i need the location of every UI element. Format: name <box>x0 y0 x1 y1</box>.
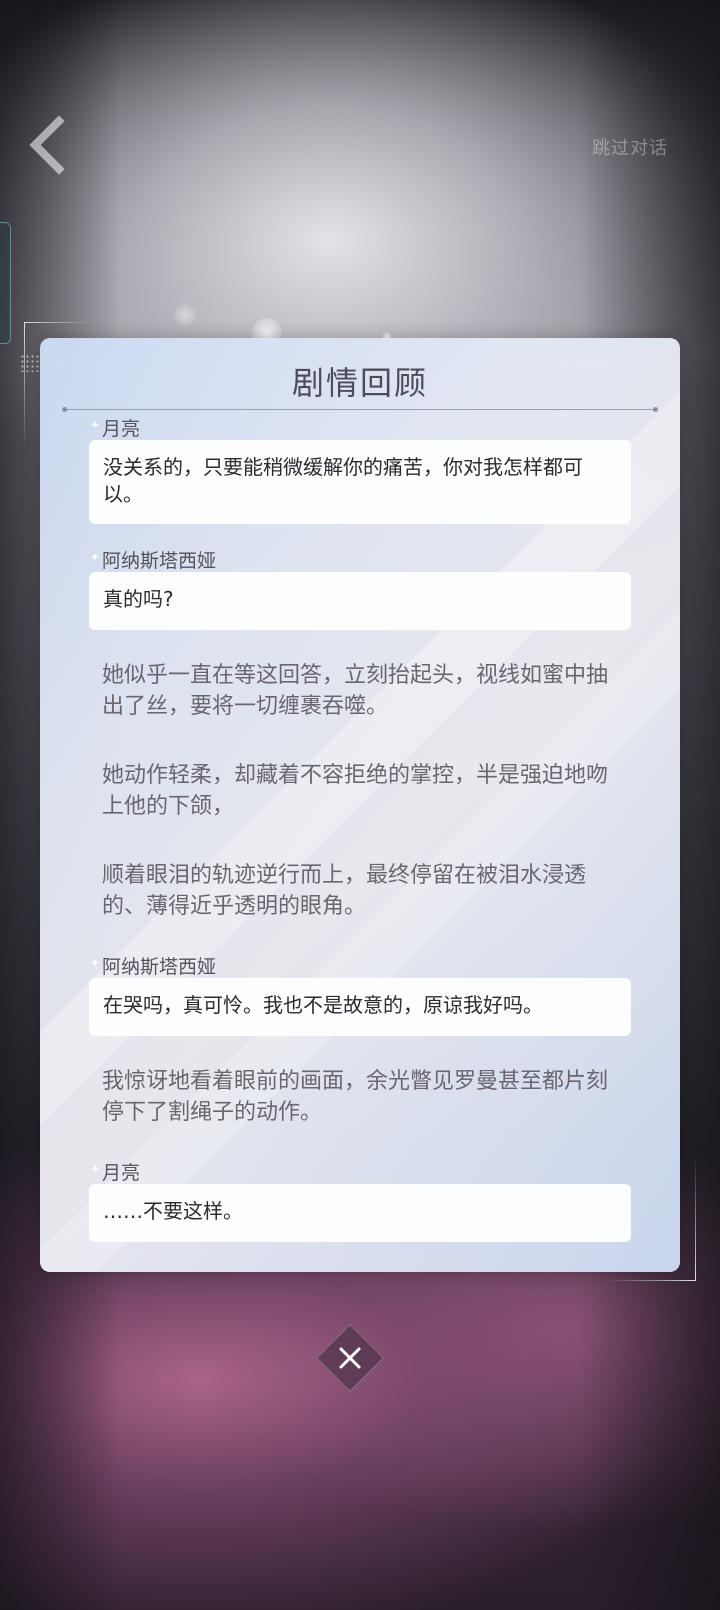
sparkle-icon: ✦ <box>90 1162 101 1176</box>
decor-line-right <box>695 1155 696 1280</box>
side-tab-handle[interactable] <box>0 222 11 344</box>
narration-text: 我惊讶地看着眼前的画面，余光瞥见罗曼甚至都片刻停下了割绳子的动作。 <box>102 1069 609 1125</box>
dialogue-bubble: 真的吗? <box>89 572 631 630</box>
sparkle-icon: ✦ <box>90 956 101 970</box>
title-divider <box>62 407 658 412</box>
sparkle-icon: ✦ <box>90 550 101 564</box>
decor-bubble <box>174 304 196 326</box>
decor-line-left <box>24 322 25 452</box>
sparkle-icon: ✦ <box>90 418 101 432</box>
close-icon <box>339 1347 361 1369</box>
story-review-panel: 剧情回顾 ✦ 月亮 没关系的，只要能稍微缓解你的痛苦，你对我怎样都可以。 ✦ 阿… <box>40 338 680 1272</box>
narration-text: 她似乎一直在等这回答，立刻抬起头，视线如蜜中抽出了丝，要将一切缠裹吞噬。 <box>102 663 609 719</box>
dialogue-bubble: 在哭吗，真可怜。我也不是故意的，原谅我好吗。 <box>89 978 631 1036</box>
dialogue-bubble: 没关系的，只要能稍微缓解你的痛苦，你对我怎样都可以。 <box>89 440 631 524</box>
speaker-name: 阿纳斯塔西娅 <box>102 550 217 572</box>
decor-corner-right <box>606 1280 696 1281</box>
chevron-left-icon <box>29 115 65 175</box>
speaker-name: 阿纳斯塔西娅 <box>102 956 217 978</box>
skip-dialogue-label[interactable]: 跳过对话 <box>592 134 668 160</box>
narration-text: 她动作轻柔，却藏着不容拒绝的掌控，半是强迫地吻上他的下颌， <box>102 763 609 819</box>
dialogue-bubble: ……不要这样。 <box>89 1184 631 1242</box>
panel-title: 剧情回顾 <box>291 364 428 402</box>
story-log[interactable]: ✦ 月亮 没关系的，只要能稍微缓解你的痛苦，你对我怎样都可以。 ✦ 阿纳斯塔西娅… <box>40 414 680 1272</box>
speaker-name: 月亮 <box>102 418 141 440</box>
back-button[interactable] <box>22 112 72 178</box>
decor-corner-left <box>24 322 94 323</box>
speaker-name: 月亮 <box>102 1162 141 1184</box>
narration-text: 顺着眼泪的轨迹逆行而上，最终停留在被泪水浸透的、薄得近乎透明的眼角。 <box>102 863 587 919</box>
